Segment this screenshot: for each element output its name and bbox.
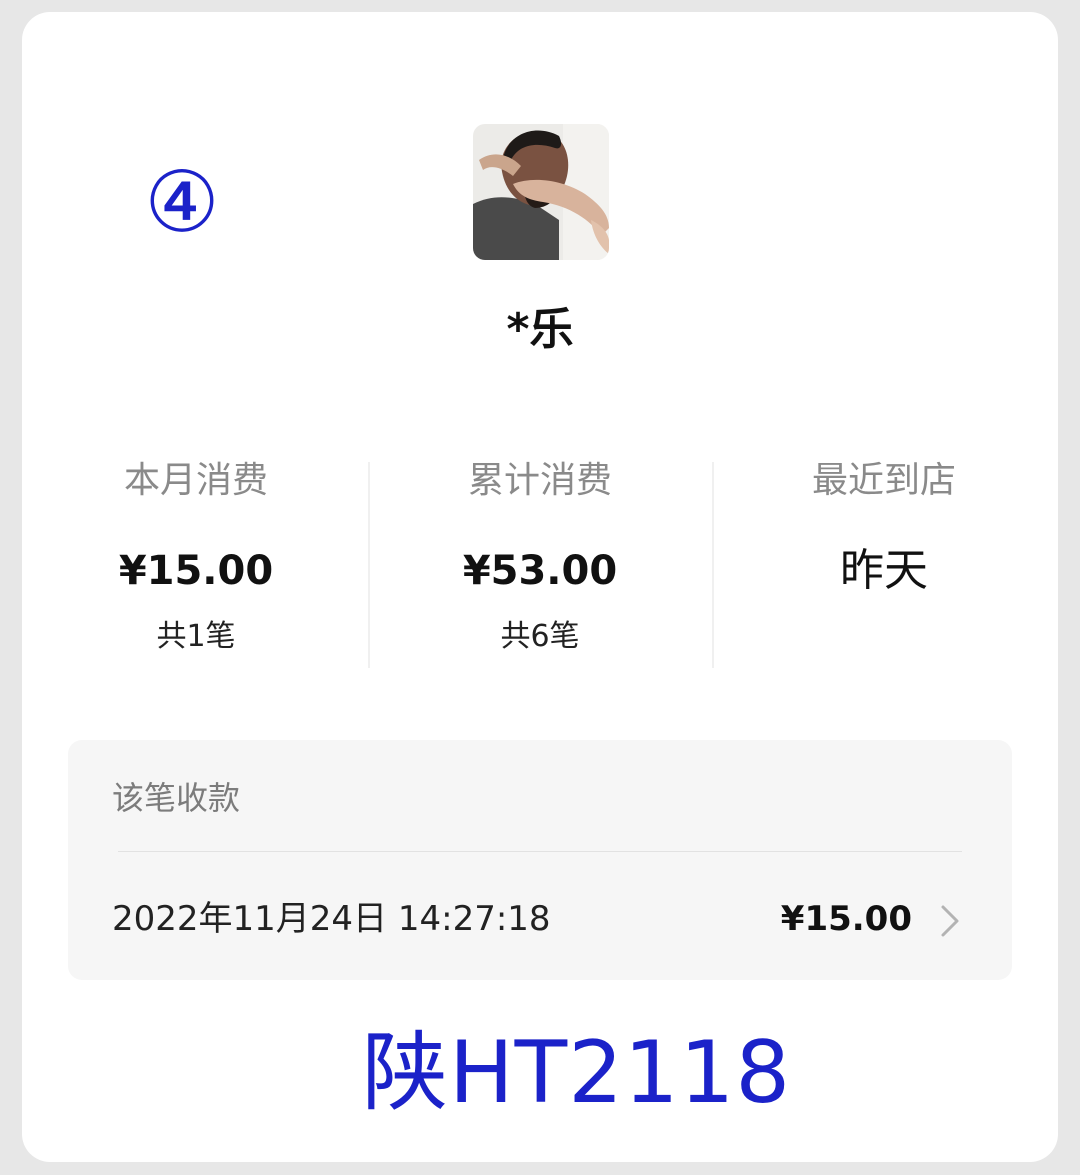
page: ④ *乐 本月消费 ¥15.00 共1笔 累计消费 ¥53.00 共6笔 最近到… xyxy=(0,0,1080,1175)
customer-name: *乐 xyxy=(506,304,574,355)
chevron-right-icon xyxy=(941,905,959,937)
stat-label: 本月消费 xyxy=(123,460,268,501)
annotation-plate: 陕HT2118 xyxy=(362,1023,792,1123)
avatar-photo-icon xyxy=(473,124,609,260)
receipt-row[interactable]: 2022年11月24日 14:27:18 ¥15.00 xyxy=(112,890,968,950)
receipt-amount: ¥15.00 xyxy=(780,899,912,939)
stat-total-spend: 累计消费 ¥53.00 共6笔 xyxy=(368,455,712,659)
stat-count: 共6笔 xyxy=(500,619,580,654)
divider xyxy=(118,851,962,852)
receipt-title: 该笔收款 xyxy=(112,779,241,817)
stat-label: 累计消费 xyxy=(467,460,612,501)
stat-value: ¥53.00 xyxy=(462,548,618,594)
receipt-time: 2022年11月24日 14:27:18 xyxy=(112,899,551,939)
receipt-section: 该笔收款 2022年11月24日 14:27:18 ¥15.00 xyxy=(68,740,1012,980)
stat-value: 昨天 xyxy=(840,545,928,596)
stat-label: 最近到店 xyxy=(811,460,956,501)
stat-value: ¥15.00 xyxy=(118,548,274,594)
annotation-marker: ④ xyxy=(144,153,220,251)
stat-last-visit: 最近到店 昨天 xyxy=(712,455,1056,597)
stat-monthly-spend: 本月消费 ¥15.00 共1笔 xyxy=(24,455,368,659)
customer-avatar[interactable] xyxy=(473,124,609,260)
stat-count: 共1笔 xyxy=(156,619,236,654)
